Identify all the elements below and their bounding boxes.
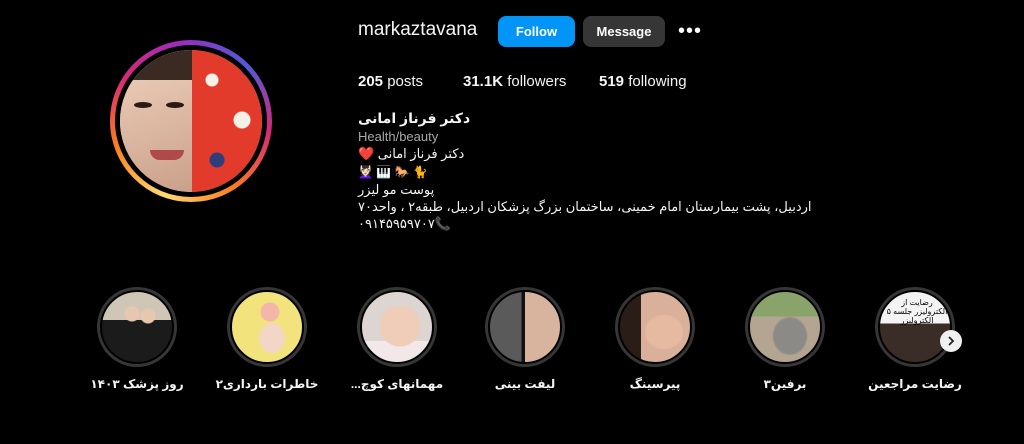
avatar-eye xyxy=(134,102,152,108)
story-highlight[interactable] xyxy=(745,287,825,369)
highlight-cover xyxy=(748,290,822,364)
highlight-cover xyxy=(360,290,434,364)
story-highlight[interactable] xyxy=(227,287,307,369)
highlight-label: مهمانهای کوچ... xyxy=(350,377,444,391)
highlight-cover xyxy=(618,290,692,364)
bio-emoji-line: 💆🏻‍♀️ 🎹 🐎 🐈 xyxy=(358,165,428,179)
posts-label: posts xyxy=(387,73,424,90)
highlight-label: رضایت مراجعین xyxy=(868,377,962,391)
avatar-scarf xyxy=(192,50,262,192)
highlight-label: خاطرات بارداری۲ xyxy=(215,377,319,391)
following-stat[interactable]: 519 following xyxy=(599,73,687,90)
highlight-label: پیرسینگ xyxy=(629,377,681,391)
profile-full-name: دکتر فرناز امانی xyxy=(358,110,471,126)
bio-address: اردبیل، پشت بیمارستان امام خمینی، ساختما… xyxy=(358,199,812,214)
bio-line: پوست مو لیزر xyxy=(358,182,435,197)
highlight-cover: رضایت از الکترولیزر جلسه ۵ الکترولیزر xyxy=(878,290,952,364)
bio-line: دکتر فرناز امانی ❤️ xyxy=(358,146,465,161)
more-horizontal-icon[interactable]: ••• xyxy=(678,20,702,43)
highlight-cover xyxy=(230,290,304,364)
avatar-border xyxy=(115,45,267,197)
story-highlight[interactable] xyxy=(615,287,695,369)
follow-button[interactable]: Follow xyxy=(498,16,575,47)
followers-stat[interactable]: 31.1K followers xyxy=(463,73,566,90)
chevron-right-icon[interactable] xyxy=(940,330,962,352)
posts-stat: 205 posts xyxy=(358,73,423,90)
avatar-mouth xyxy=(150,150,184,160)
following-count: 519 xyxy=(599,73,625,90)
avatar-eye xyxy=(166,102,184,108)
highlight-cover xyxy=(488,290,562,364)
followers-label: followers xyxy=(507,73,567,90)
highlight-cover xyxy=(100,290,174,364)
highlight-label: لیفت بینی xyxy=(494,377,556,391)
message-button[interactable]: Message xyxy=(583,16,665,47)
story-highlight[interactable]: رضایت از الکترولیزر جلسه ۵ الکترولیزر xyxy=(875,287,955,369)
story-highlight[interactable] xyxy=(485,287,565,369)
avatar-image xyxy=(120,50,262,192)
following-label: following xyxy=(628,73,687,90)
posts-count: 205 xyxy=(358,73,384,90)
chevron-right-glyph xyxy=(948,336,955,346)
story-highlight[interactable] xyxy=(97,287,177,369)
profile-category: Health/beauty xyxy=(358,129,439,144)
story-highlight[interactable] xyxy=(357,287,437,369)
bio-phone: ۰۹۱۴۵۹۵۹۷۰۷📞 xyxy=(358,216,451,231)
avatar-hair xyxy=(120,50,192,80)
highlight-overlay-text: رضایت از الکترولیزر جلسه ۵ الکترولیزر xyxy=(886,298,948,325)
highlight-label: برفین۳ xyxy=(763,377,807,391)
profile-username: markaztavana xyxy=(358,19,478,40)
followers-count: 31.1K xyxy=(463,73,504,90)
avatar-face xyxy=(120,50,192,192)
highlight-label: روز پزشک ۱۴۰۳ xyxy=(90,377,184,391)
profile-avatar[interactable] xyxy=(110,40,272,202)
